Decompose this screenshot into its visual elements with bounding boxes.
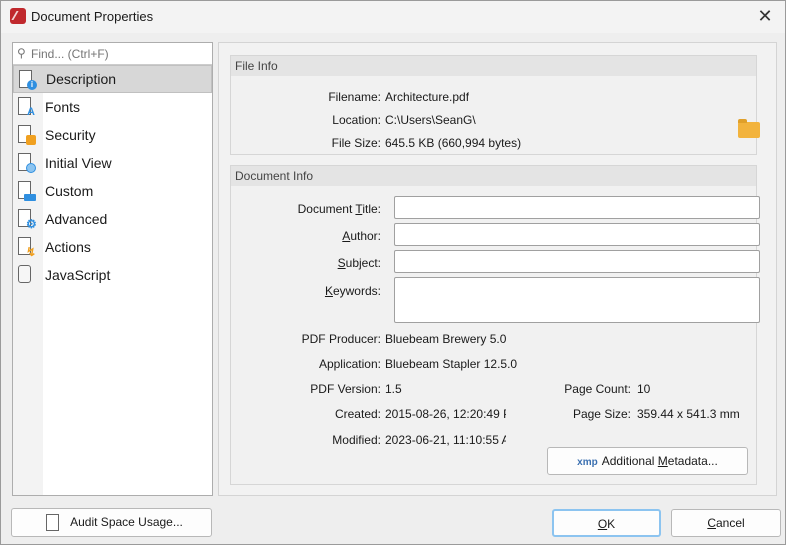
description-panel: File Info Filename: Architecture.pdf Loc… bbox=[218, 42, 777, 496]
title-bar: Document Properties ✕ bbox=[1, 1, 785, 33]
document-title-input[interactable] bbox=[394, 196, 760, 219]
document-title-label: Document Title: bbox=[297, 202, 381, 216]
window-title: Document Properties bbox=[31, 9, 154, 24]
filename-value: Architecture.pdf bbox=[385, 90, 470, 104]
document-info-group: Document Info Document Title: Author: Su… bbox=[230, 165, 760, 485]
filename-label: Filename: bbox=[328, 90, 381, 104]
location-value: C:\Users\SeanG\ bbox=[385, 113, 476, 127]
modified-value: 2023-06-21, 11:10:55 AM bbox=[385, 433, 506, 447]
file-info-header: File Info bbox=[231, 56, 756, 76]
pdf-producer-label: PDF Producer: bbox=[301, 332, 381, 346]
sidebar-item-security[interactable]: Security bbox=[13, 121, 212, 149]
app-logo-icon bbox=[10, 8, 26, 24]
sidebar-item-javascript[interactable]: JavaScript bbox=[13, 261, 212, 289]
lightning-icon: ↯ bbox=[16, 237, 36, 258]
category-sidebar: ⚲ i Description A Fonts Security Initial V… bbox=[12, 42, 213, 496]
sidebar-item-label: Description bbox=[46, 71, 117, 87]
subject-input[interactable] bbox=[394, 250, 760, 273]
magnifier-icon bbox=[16, 153, 36, 173]
close-button[interactable]: ✕ bbox=[753, 5, 777, 29]
keywords-label: Keywords: bbox=[324, 284, 381, 298]
script-icon bbox=[16, 265, 36, 285]
sidebar-item-label: Initial View bbox=[45, 155, 112, 171]
file-info-group: File Info Filename: Architecture.pdf Loc… bbox=[230, 55, 760, 155]
sidebar-item-label: Actions bbox=[45, 239, 91, 255]
custom-field-icon bbox=[16, 181, 36, 201]
open-folder-icon[interactable] bbox=[738, 119, 760, 138]
sidebar-item-label: JavaScript bbox=[45, 267, 111, 283]
keywords-input[interactable] bbox=[394, 277, 760, 323]
pdf-version-value: 1.5 bbox=[385, 382, 402, 396]
document-properties-dialog: Document Properties ✕ ⚲ i Description A Fo… bbox=[0, 0, 786, 545]
cancel-button[interactable]: Cancel bbox=[671, 509, 781, 537]
created-label: Created: bbox=[334, 407, 381, 421]
search-input[interactable] bbox=[31, 45, 209, 62]
audit-icon bbox=[46, 514, 59, 531]
lock-icon bbox=[16, 125, 36, 145]
subject-label: Subject: bbox=[337, 256, 381, 270]
page-count-label: Page Count: bbox=[564, 382, 631, 396]
sidebar-item-label: Advanced bbox=[45, 211, 108, 227]
pdf-producer-value: Bluebeam Brewery 5.0 bbox=[385, 332, 507, 346]
page-size-label: Page Size: bbox=[572, 407, 631, 421]
page-count-value: 10 bbox=[637, 382, 651, 396]
sidebar-item-label: Custom bbox=[45, 183, 94, 199]
location-label: Location: bbox=[332, 113, 381, 127]
sidebar-item-actions[interactable]: ↯ Actions bbox=[13, 233, 212, 261]
sidebar-item-fonts[interactable]: A Fonts bbox=[13, 93, 212, 121]
file-size-value: 645.5 KB (660,994 bytes) bbox=[385, 136, 522, 150]
sidebar-item-advanced[interactable]: ⚙ Advanced bbox=[13, 205, 212, 233]
application-label: Application: bbox=[318, 357, 381, 371]
search-icon: ⚲ bbox=[17, 46, 26, 60]
additional-metadata-button[interactable]: xmp Additional Metadata... bbox=[547, 447, 748, 475]
sidebar-item-custom[interactable]: Custom bbox=[13, 177, 212, 205]
xmp-logo-icon: xmp bbox=[577, 457, 598, 468]
file-size-label: File Size: bbox=[331, 136, 381, 150]
author-input[interactable] bbox=[394, 223, 760, 246]
ok-button[interactable]: OK bbox=[552, 509, 661, 537]
sidebar-item-label: Security bbox=[45, 127, 96, 143]
sidebar-item-description[interactable]: i Description bbox=[13, 65, 212, 93]
sidebar-item-label: Fonts bbox=[45, 99, 81, 115]
page-size-value: 359.44 x 541.3 mm bbox=[637, 407, 740, 421]
pdf-version-label: PDF Version: bbox=[310, 382, 381, 396]
gear-icon: ⚙ bbox=[16, 209, 37, 230]
info-icon: i bbox=[17, 70, 37, 90]
application-value: Bluebeam Stapler 12.5.0 bbox=[385, 357, 518, 371]
sidebar-item-initial-view[interactable]: Initial View bbox=[13, 149, 212, 177]
author-label: Author: bbox=[342, 229, 381, 243]
document-info-header: Document Info bbox=[231, 166, 756, 186]
audit-space-usage-button[interactable]: Audit Space Usage... bbox=[11, 508, 212, 537]
modified-label: Modified: bbox=[332, 433, 381, 447]
search-box: ⚲ bbox=[13, 43, 212, 65]
font-icon: A bbox=[16, 97, 36, 118]
